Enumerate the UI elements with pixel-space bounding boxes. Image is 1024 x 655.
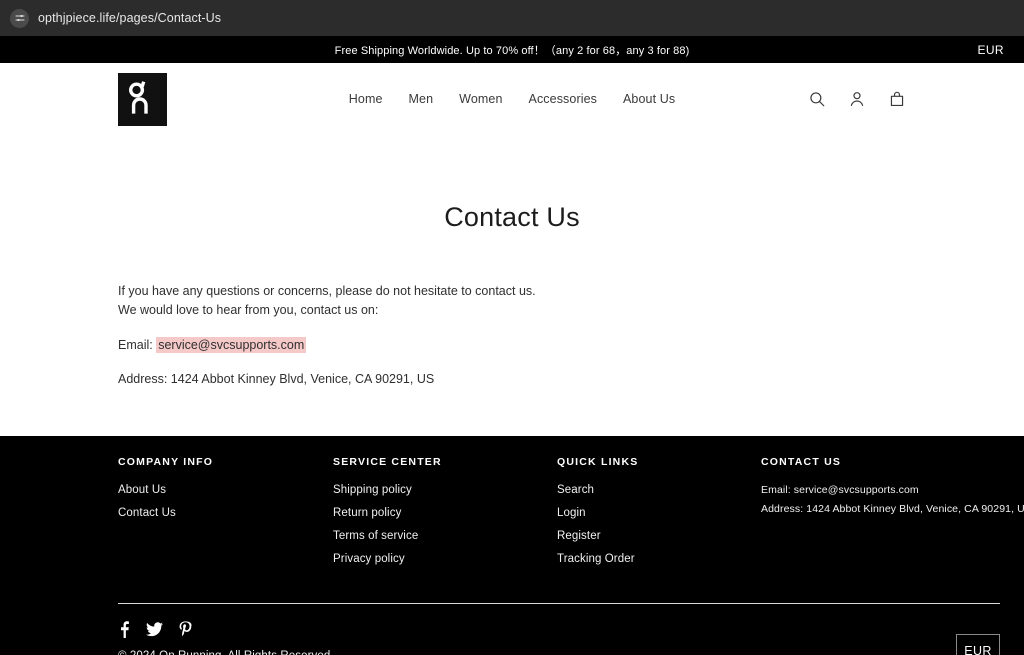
facebook-icon[interactable] [118, 621, 131, 638]
announcement-bar: Free Shipping Worldwide. Up to 70% off！（… [0, 36, 1024, 63]
main-navigation: Home Men Women Accessories About Us [349, 92, 675, 106]
announcement-currency-selector[interactable]: EUR [977, 43, 1004, 57]
tune-sliders-icon[interactable] [10, 8, 29, 28]
footer-column-company-info: COMPANY INFO About Us Contact Us [118, 456, 333, 576]
footer-column-service-center: SERVICE CENTER Shipping policy Return po… [333, 456, 557, 576]
email-address-value[interactable]: service@svcsupports.com [156, 336, 307, 353]
footer-divider [118, 603, 1000, 604]
nav-item-about-us[interactable]: About Us [623, 92, 675, 106]
footer-columns: COMPANY INFO About Us Contact Us SERVICE… [118, 436, 1024, 576]
footer-link-login[interactable]: Login [557, 507, 761, 519]
footer-heading-company-info: COMPANY INFO [118, 456, 214, 468]
account-icon[interactable] [848, 90, 866, 108]
footer-bottom-bar: © 2024 On Running. All Rights Reserved. … [118, 621, 1000, 655]
announcement-text: Free Shipping Worldwide. Up to 70% off！（… [334, 44, 690, 57]
twitter-icon[interactable] [146, 622, 163, 637]
footer-link-shipping-policy[interactable]: Shipping policy [333, 484, 557, 496]
footer-currency-selector[interactable]: EUR [956, 634, 1000, 655]
copyright-text: © 2024 On Running. All Rights Reserved. [118, 650, 334, 655]
contact-intro-line-2: We would love to hear from you, contact … [118, 303, 379, 318]
header-icon-group [808, 90, 906, 108]
footer-heading-contact-us: CONTACT US [761, 456, 842, 468]
footer-link-register[interactable]: Register [557, 530, 761, 542]
contact-intro-line-1: If you have any questions or concerns, p… [118, 284, 536, 298]
footer-link-terms-of-service[interactable]: Terms of service [333, 530, 557, 542]
footer-heading-service-center: SERVICE CENTER [333, 456, 442, 468]
footer-link-return-policy[interactable]: Return policy [333, 507, 557, 519]
footer-link-contact-us[interactable]: Contact Us [118, 507, 333, 519]
on-running-logo-icon [128, 81, 148, 114]
footer-link-tracking-order[interactable]: Tracking Order [557, 553, 761, 565]
footer-link-search[interactable]: Search [557, 484, 761, 496]
search-icon[interactable] [808, 90, 826, 108]
contact-email-row: Email: service@svcsupports.com [118, 336, 906, 353]
contact-body: If you have any questions or concerns, p… [118, 233, 906, 387]
site-header: Home Men Women Accessories About Us [0, 63, 1024, 135]
site-footer: COMPANY INFO About Us Contact Us SERVICE… [0, 436, 1024, 655]
footer-link-privacy-policy[interactable]: Privacy policy [333, 553, 557, 565]
contact-address-row: Address: 1424 Abbot Kinney Blvd, Venice,… [118, 371, 435, 386]
footer-link-about-us[interactable]: About Us [118, 484, 333, 496]
nav-item-accessories[interactable]: Accessories [529, 92, 597, 106]
nav-item-women[interactable]: Women [459, 92, 502, 106]
url-bar-text[interactable]: opthjpiece.life/pages/Contact-Us [38, 11, 221, 25]
main-content: Contact Us If you have any questions or … [0, 135, 1024, 436]
nav-item-men[interactable]: Men [409, 92, 434, 106]
footer-column-contact-us: CONTACT US Email: service@svcsupports.co… [761, 456, 1024, 576]
email-label: Email: [118, 337, 157, 352]
social-links [118, 621, 334, 638]
site-logo[interactable] [118, 72, 167, 126]
footer-heading-quick-links: QUICK LINKS [557, 456, 639, 468]
footer-contact-address: Address: 1424 Abbot Kinney Blvd, Venice,… [761, 503, 1024, 515]
footer-column-quick-links: QUICK LINKS Search Login Register Tracki… [557, 456, 761, 576]
page-title: Contact Us [444, 202, 580, 232]
footer-bottom-left: © 2024 On Running. All Rights Reserved. [118, 621, 334, 655]
cart-bag-icon[interactable] [888, 90, 906, 108]
pinterest-icon[interactable] [178, 621, 193, 638]
nav-item-home[interactable]: Home [349, 92, 383, 106]
footer-contact-email: Email: service@svcsupports.com [761, 484, 919, 496]
browser-chrome-bar: opthjpiece.life/pages/Contact-Us [0, 0, 1024, 36]
